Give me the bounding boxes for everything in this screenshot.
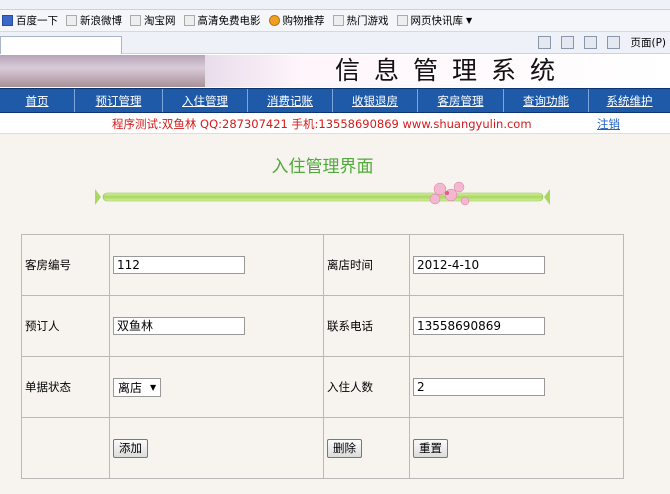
favorites-bar: 百度一下 新浪微博 淘宝网 高清免费电影 购物推荐 热门游戏 网页快讯库 ▼ [0,10,670,32]
chevron-down-icon: ▼ [466,16,473,25]
status-label: 单据状态 [21,356,110,418]
checkout-time-input[interactable]: 2012-4-10 [413,256,545,274]
room-no-input[interactable]: 112 [113,256,245,274]
favorite-taobao[interactable]: 淘宝网 [130,13,176,28]
browser-tab[interactable] [0,36,122,54]
home-icon[interactable] [538,36,552,49]
room-no-label: 客房编号 [21,234,110,296]
info-bar: 程序测试:双鱼林 QQ:287307421 手机:13558690869 www… [0,113,670,133]
empty-cell [21,417,110,479]
print-icon[interactable] [607,36,621,49]
logout-link[interactable]: 注销 [597,116,620,132]
favorite-game[interactable]: 热门游戏 [332,13,389,28]
main-nav: 首页 预订管理 入住管理 消费记账 收银退房 客房管理 查询功能 系统维护 [0,88,670,113]
nav-item-checkin[interactable]: 入住管理 [163,89,248,112]
taobao-icon [130,15,141,26]
favorite-weibo[interactable]: 新浪微博 [66,13,122,28]
decorative-ribbon [95,181,550,206]
checkin-form: 客房编号 112 离店时间 2012-4-10 预订人 双鱼林 联系电话 135… [21,234,624,479]
site-banner: 信息管理系统 [0,55,670,87]
page-title: 入住管理界面 [271,157,374,177]
baidu-icon [2,15,13,26]
booker-label: 预订人 [21,295,110,357]
reset-button[interactable]: 重置 [413,438,448,458]
checkout-time-label: 离店时间 [323,234,410,296]
nav-item-home[interactable]: 首页 [0,89,75,112]
add-button[interactable]: 添加 [113,438,148,458]
favorite-shopping[interactable]: 购物推荐 [268,13,325,28]
booker-input[interactable]: 双鱼林 [113,317,245,335]
status-select[interactable]: 离店 ▼ [113,377,162,397]
banner-photo [0,55,205,87]
site-title: 信息管理系统 [335,56,570,85]
favorite-baidu[interactable]: 百度一下 [2,13,58,28]
mail-icon[interactable] [584,36,598,49]
nav-item-checkout[interactable]: 收银退房 [333,89,418,112]
main-content: 入住管理界面 客房编号 112 离店时间 2012-4-10 预订人 双鱼林 联… [0,133,670,494]
nav-item-rooms[interactable]: 客房管理 [418,89,504,112]
address-bar-remnant [0,0,670,10]
game-icon [332,15,344,26]
command-bar: 页面(P) [0,32,670,54]
movie-icon [183,15,195,26]
shopping-icon [268,15,280,26]
guests-label: 入住人数 [323,356,410,418]
nav-item-query[interactable]: 查询功能 [504,89,589,112]
favorite-movie[interactable]: 高清免费电影 [183,13,261,28]
nav-item-booking[interactable]: 预订管理 [75,89,163,112]
contact-message: 程序测试:双鱼林 QQ:287307421 手机:13558690869 www… [112,117,532,131]
webslice-icon [396,15,408,26]
phone-input[interactable]: 13558690869 [413,317,545,335]
dropdown-arrow-icon: ▼ [150,382,157,392]
favorite-webslice[interactable]: 网页快讯库 ▼ [396,13,473,28]
nav-item-system[interactable]: 系统维护 [589,89,670,112]
feeds-icon[interactable] [561,36,575,49]
guests-input[interactable]: 2 [413,378,545,396]
delete-button[interactable]: 删除 [327,438,362,458]
nav-item-consumption[interactable]: 消费记账 [248,89,333,112]
weibo-icon [66,15,77,26]
toolbar-tools: 页面(P) [538,35,666,50]
phone-label: 联系电话 [323,295,410,357]
page-menu[interactable]: 页面(P) [630,35,666,50]
